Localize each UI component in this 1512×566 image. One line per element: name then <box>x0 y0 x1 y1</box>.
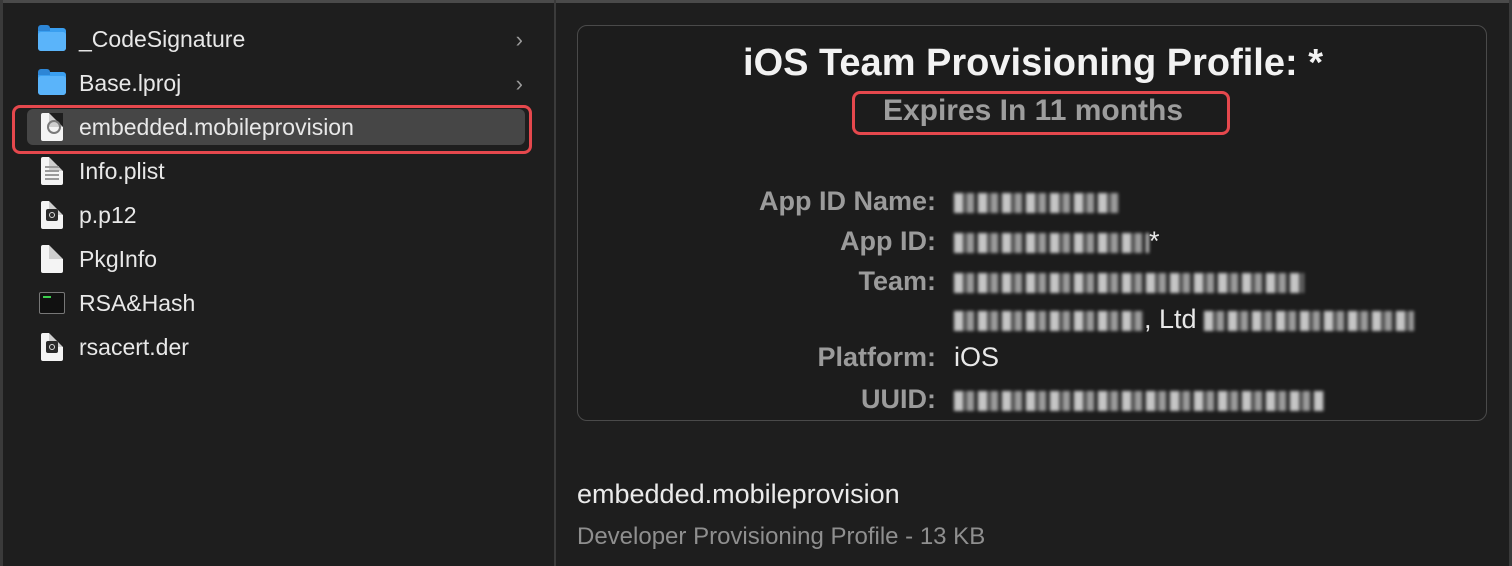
expiry-annotation-box <box>852 91 1230 135</box>
team-row: Team: <box>578 266 1486 306</box>
app-id-redacted <box>954 232 1149 253</box>
list-item-label: Info.plist <box>79 157 165 184</box>
folder-icon <box>37 68 67 98</box>
list-item-base-lproj[interactable]: Base.lproj › <box>13 63 529 103</box>
list-item-label: RSA&Hash <box>79 289 196 316</box>
list-item-label: rsacert.der <box>79 333 189 360</box>
list-item-label: PkgInfo <box>79 245 157 272</box>
app-id-name-value-redacted <box>954 186 1119 217</box>
list-item-p-p12[interactable]: p.p12 <box>13 195 529 235</box>
list-item-label: embedded.mobileprovision <box>79 113 354 140</box>
certificate-file-icon <box>37 332 67 362</box>
list-item-label: _CodeSignature <box>79 25 246 52</box>
platform-label: Platform: <box>817 342 936 372</box>
plist-file-icon <box>37 156 67 186</box>
platform-row: Platform: iOS <box>578 342 1486 382</box>
app-id-value: * <box>954 226 1160 257</box>
app-id-row: App ID: * <box>578 226 1486 266</box>
app-id-name-row: App ID Name: <box>578 186 1486 226</box>
uuid-label: UUID: <box>861 384 936 414</box>
folder-icon <box>37 24 67 54</box>
team-value-line-1-redacted <box>954 266 1304 297</box>
blank-file-icon <box>37 244 67 274</box>
team-label: Team: <box>858 266 936 296</box>
team-value-visible: , Ltd <box>1144 304 1197 334</box>
uuid-row: UUID: <box>578 384 1486 420</box>
list-item-label: Base.lproj <box>79 69 182 96</box>
chevron-right-icon: › <box>515 71 523 96</box>
preview-file-name: embedded.mobileprovision <box>577 479 900 509</box>
app-id-name-label: App ID Name: <box>758 186 936 216</box>
team-row-continued: , Ltd <box>578 304 1486 344</box>
list-item-info-plist[interactable]: Info.plist <box>13 151 529 191</box>
list-item-rsa-hash[interactable]: RSA&Hash <box>13 283 529 323</box>
finder-column-list: _CodeSignature › Base.lproj › embedded.m… <box>3 3 554 566</box>
platform-value: iOS <box>954 342 1000 372</box>
list-item-pkginfo[interactable]: PkgInfo <box>13 239 529 279</box>
chevron-right-icon: › <box>515 27 523 52</box>
app-id-label: App ID: <box>840 226 936 256</box>
provisioning-file-icon <box>37 112 67 142</box>
uuid-value-redacted <box>954 384 1324 415</box>
preview-file-description: Developer Provisioning Profile - 13 KB <box>577 523 986 550</box>
provisioning-profile-preview: iOS Team Provisioning Profile: * Expires… <box>577 25 1487 421</box>
column-divider[interactable] <box>554 0 556 566</box>
list-item-label: p.p12 <box>79 201 137 228</box>
list-item-rsacert-der[interactable]: rsacert.der <box>13 327 529 367</box>
team-value-line-2: , Ltd <box>954 304 1415 335</box>
profile-title: iOS Team Provisioning Profile: * <box>743 42 1323 84</box>
terminal-executable-icon <box>37 288 67 318</box>
certificate-file-icon <box>37 200 67 230</box>
list-item-codesignature[interactable]: _CodeSignature › <box>13 19 529 59</box>
app-id-suffix: * <box>1149 226 1160 256</box>
